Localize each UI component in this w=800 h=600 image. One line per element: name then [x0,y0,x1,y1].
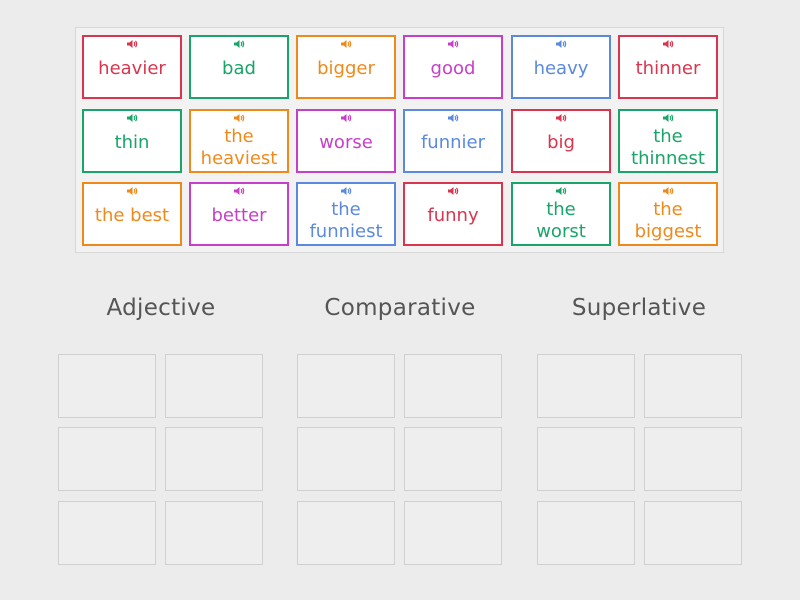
word-card[interactable]: thin [82,109,182,173]
speaker-icon[interactable] [555,113,567,123]
drop-slot-adjective[interactable] [165,354,263,418]
drop-slot-adjective[interactable] [165,427,263,491]
speaker-icon[interactable] [447,113,459,123]
word-card-label: the funniest [309,199,383,242]
speaker-icon[interactable] [233,113,245,123]
word-card-label: heavier [98,58,166,79]
speaker-icon[interactable] [233,186,245,196]
speaker-icon[interactable] [126,113,138,123]
word-card[interactable]: heavy [511,35,611,99]
speaker-icon[interactable] [126,39,138,49]
word-card[interactable]: good [403,35,503,99]
word-card[interactable]: bigger [296,35,396,99]
speaker-icon[interactable] [340,39,352,49]
word-card-label: thinner [635,58,701,79]
drop-slot-superlative[interactable] [537,354,635,418]
word-card[interactable]: the funniest [296,182,396,246]
drop-slot-comparative[interactable] [404,427,502,491]
word-card-label: the best [94,205,170,226]
group-heading-superlative: Superlative [571,295,707,321]
drop-slot-adjective[interactable] [58,501,156,565]
word-card[interactable]: the heaviest [189,109,289,173]
drop-slot-comparative[interactable] [404,501,502,565]
word-card-label: big [547,132,575,153]
drop-slot-superlative[interactable] [644,501,742,565]
speaker-icon[interactable] [340,186,352,196]
speaker-icon[interactable] [340,113,352,123]
speaker-icon[interactable] [233,39,245,49]
speaker-icon[interactable] [126,186,138,196]
drop-slot-superlative[interactable] [537,427,635,491]
speaker-icon[interactable] [447,39,459,49]
drop-slot-comparative[interactable] [297,427,395,491]
drop-slot-comparative[interactable] [297,354,395,418]
word-card[interactable]: funnier [403,109,503,173]
drop-slot-adjective[interactable] [58,427,156,491]
speaker-icon[interactable] [662,113,674,123]
speaker-icon[interactable] [662,39,674,49]
drop-slot-superlative[interactable] [537,501,635,565]
word-card-label: the thinnest [631,126,705,169]
word-card-label: the worst [536,199,586,242]
drop-slot-comparative[interactable] [297,501,395,565]
word-card-label: funny [427,205,479,226]
word-card-label: bad [222,58,256,79]
drop-slot-adjective[interactable] [58,354,156,418]
drop-slot-adjective[interactable] [165,501,263,565]
word-card-label: heavy [533,58,589,79]
word-card-label: thin [114,132,150,153]
drop-slot-comparative[interactable] [404,354,502,418]
word-card-label: the heaviest [200,126,278,169]
word-card[interactable]: the biggest [618,182,718,246]
card-tray: heavier bad bigger good heavy thinner thin the … [75,27,724,253]
group-sort-activity: heavier bad bigger good heavy thinner thin the … [0,0,800,600]
word-card[interactable]: worse [296,109,396,173]
word-card[interactable]: better [189,182,289,246]
word-card[interactable]: bad [189,35,289,99]
word-card-label: better [211,205,267,226]
word-card-label: worse [319,132,373,153]
group-heading-adjective: Adjective [106,295,216,321]
group-heading-comparative: Comparative [324,295,476,321]
word-card[interactable]: big [511,109,611,173]
speaker-icon[interactable] [555,186,567,196]
drop-slot-superlative[interactable] [644,427,742,491]
word-card[interactable]: the thinnest [618,109,718,173]
word-card-label: funnier [420,132,486,153]
word-card[interactable]: heavier [82,35,182,99]
word-card-label: the biggest [634,199,702,242]
word-card[interactable]: the best [82,182,182,246]
drop-slot-superlative[interactable] [644,354,742,418]
speaker-icon[interactable] [555,39,567,49]
speaker-icon[interactable] [662,186,674,196]
word-card-label: good [430,58,476,79]
word-card[interactable]: thinner [618,35,718,99]
speaker-icon[interactable] [447,186,459,196]
word-card[interactable]: funny [403,182,503,246]
word-card[interactable]: the worst [511,182,611,246]
word-card-label: bigger [317,58,375,79]
